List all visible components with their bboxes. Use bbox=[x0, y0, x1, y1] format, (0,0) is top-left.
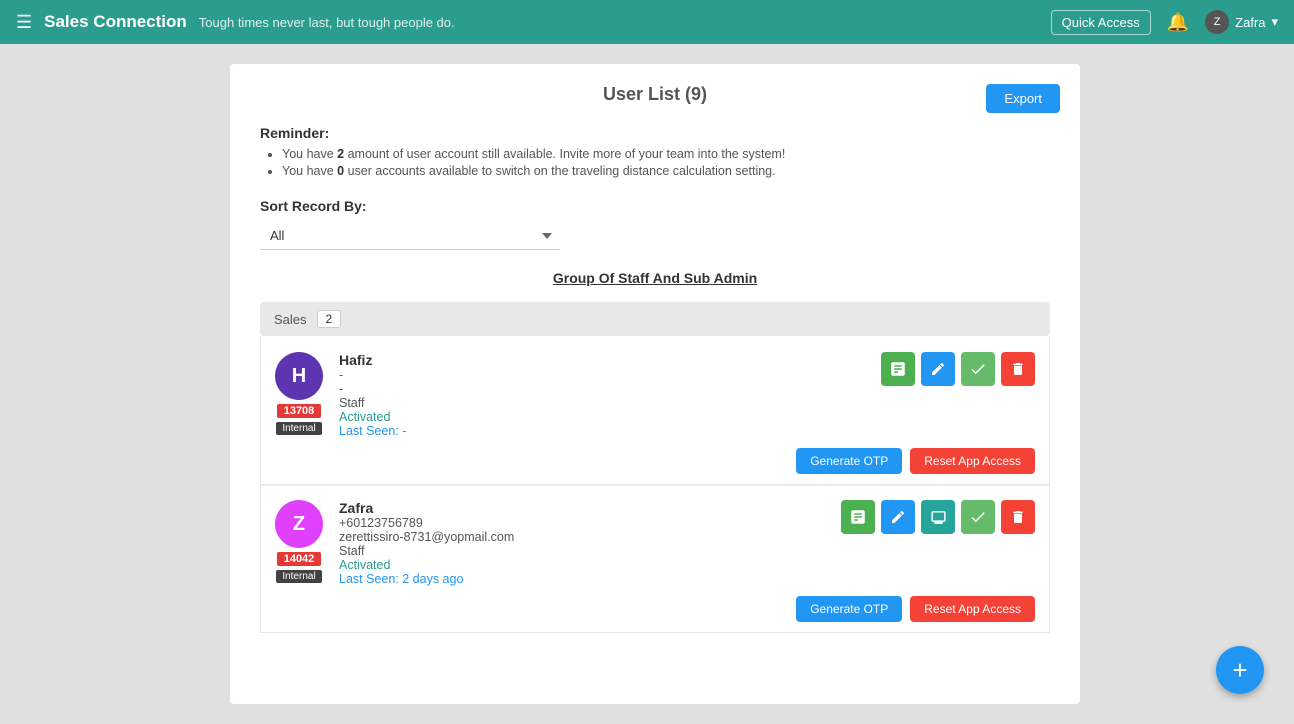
app-title: Sales Connection bbox=[44, 12, 187, 32]
user-avatar-wrap-zafra: Z 14042 Internal bbox=[275, 500, 323, 583]
action-office-hafiz[interactable] bbox=[881, 352, 915, 386]
chevron-down-icon: ▾ bbox=[1271, 14, 1278, 30]
reminder-title: Reminder: bbox=[260, 125, 1050, 141]
sort-section: Sort Record By: All Sales Sub Admin Staf… bbox=[260, 198, 1050, 250]
reminder-item-2: You have 0 user accounts available to sw… bbox=[282, 164, 1050, 178]
avatar-zafra: Z bbox=[275, 500, 323, 548]
action-edit-zafra[interactable] bbox=[881, 500, 915, 534]
action-check-zafra[interactable] bbox=[961, 500, 995, 534]
export-button[interactable]: Export bbox=[986, 84, 1060, 113]
notification-icon[interactable]: 🔔 bbox=[1167, 12, 1189, 33]
generate-otp-hafiz[interactable]: Generate OTP bbox=[796, 448, 902, 474]
user-type-zafra: Internal bbox=[276, 570, 321, 583]
reset-app-hafiz[interactable]: Reset App Access bbox=[910, 448, 1035, 474]
page-title: User List (9) bbox=[260, 84, 1050, 105]
main-content: User List (9) Export Reminder: You have … bbox=[230, 64, 1080, 704]
action-delete-hafiz[interactable] bbox=[1001, 352, 1035, 386]
user-avatar-wrap-hafiz: H 13708 Internal bbox=[275, 352, 323, 435]
user-status-zafra: Activated bbox=[339, 558, 1035, 572]
user-name-label: Zafra bbox=[1235, 15, 1265, 30]
header-tagline: Tough times never last, but tough people… bbox=[199, 15, 455, 30]
hamburger-icon[interactable]: ☰ bbox=[16, 12, 32, 33]
sales-count-badge: 2 bbox=[317, 310, 342, 328]
user-type-hafiz: Internal bbox=[276, 422, 321, 435]
action-check-hafiz[interactable] bbox=[961, 352, 995, 386]
fab-add-button[interactable]: + bbox=[1216, 646, 1264, 694]
top-header: ☰ Sales Connection Tough times never las… bbox=[0, 0, 1294, 44]
user-status-hafiz: Activated bbox=[339, 410, 1035, 424]
card-bottom-btns-hafiz: Generate OTP Reset App Access bbox=[275, 448, 1035, 474]
sales-label: Sales bbox=[274, 312, 307, 327]
quick-access-button[interactable]: Quick Access bbox=[1051, 10, 1151, 35]
avatar: Z bbox=[1205, 10, 1229, 34]
user-lastseen-zafra: Last Seen: 2 days ago bbox=[339, 572, 1035, 586]
reminder-item-1: You have 2 amount of user account still … bbox=[282, 147, 1050, 161]
user-card-hafiz: H 13708 Internal Hafiz - - Staff Activat… bbox=[260, 338, 1050, 485]
sort-label: Sort Record By: bbox=[260, 198, 1050, 214]
sales-group-row: Sales 2 bbox=[260, 302, 1050, 336]
page-body: User List (9) Export Reminder: You have … bbox=[0, 0, 1294, 724]
action-delete-zafra[interactable] bbox=[1001, 500, 1035, 534]
user-menu[interactable]: Z Zafra ▾ bbox=[1205, 10, 1278, 34]
user-lastseen-hafiz: Last Seen: - bbox=[339, 424, 1035, 438]
action-edit-hafiz[interactable] bbox=[921, 352, 955, 386]
card-bottom-btns-zafra: Generate OTP Reset App Access bbox=[275, 596, 1035, 622]
card-actions-hafiz bbox=[881, 352, 1035, 386]
action-office-zafra[interactable] bbox=[841, 500, 875, 534]
user-card-zafra: Z 14042 Internal Zafra +60123756789 zere… bbox=[260, 485, 1050, 633]
action-screen-zafra[interactable] bbox=[921, 500, 955, 534]
avatar-hafiz: H bbox=[275, 352, 323, 400]
reminder-section: Reminder: You have 2 amount of user acco… bbox=[260, 125, 1050, 178]
user-id-zafra: 14042 bbox=[277, 552, 321, 566]
group-header: Group Of Staff And Sub Admin bbox=[260, 270, 1050, 286]
user-role-hafiz: Staff bbox=[339, 396, 1035, 410]
user-role-zafra: Staff bbox=[339, 544, 1035, 558]
user-id-hafiz: 13708 bbox=[277, 404, 321, 418]
generate-otp-zafra[interactable]: Generate OTP bbox=[796, 596, 902, 622]
reset-app-zafra[interactable]: Reset App Access bbox=[910, 596, 1035, 622]
sort-select[interactable]: All Sales Sub Admin Staff bbox=[260, 222, 560, 250]
card-actions-zafra bbox=[841, 500, 1035, 534]
reminder-list: You have 2 amount of user account still … bbox=[260, 147, 1050, 178]
